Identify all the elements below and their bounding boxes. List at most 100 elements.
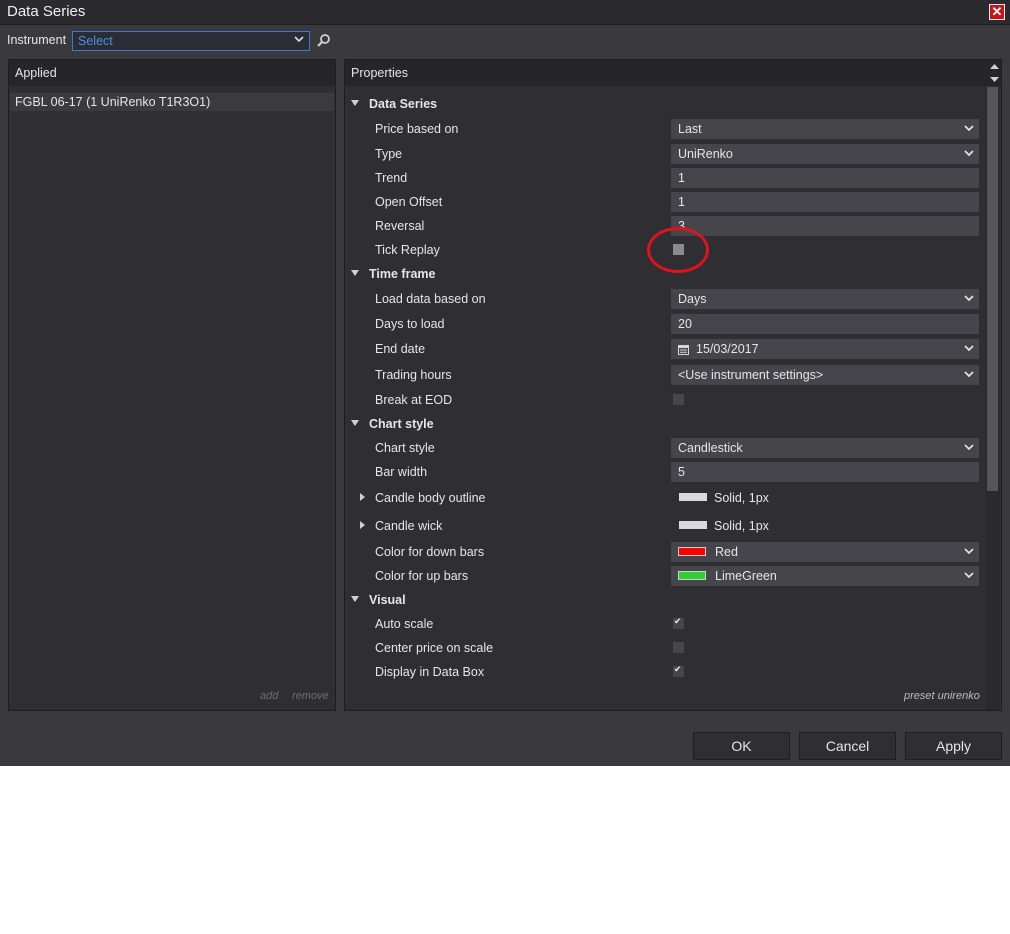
property-label: Display in Data Box: [375, 665, 485, 679]
bar-width-input[interactable]: 5: [671, 462, 979, 482]
reversal-input[interactable]: 3: [671, 216, 979, 236]
property-label: Auto scale: [375, 617, 434, 631]
collapse-triangle-icon[interactable]: [351, 100, 359, 106]
chevron-down-icon: [964, 345, 974, 352]
color-down-value: Red: [715, 545, 738, 559]
collapse-triangle-icon[interactable]: [351, 420, 359, 426]
section-data-series[interactable]: Data Series: [345, 92, 985, 116]
section-title: Time frame: [369, 267, 436, 281]
data-series-dialog: Data Series ✕ Instrument Select Applied …: [0, 0, 1010, 766]
load-data-based-on-value: Days: [678, 292, 707, 306]
display-data-box-checkbox[interactable]: [673, 664, 684, 677]
property-row: Load data based on Days: [345, 287, 985, 311]
days-to-load-input[interactable]: 20: [671, 314, 979, 334]
chevron-down-icon: [964, 371, 974, 378]
property-row: Candle wick Solid, 1px: [345, 514, 985, 538]
property-label: Type: [375, 147, 403, 161]
property-label: End date: [375, 342, 426, 356]
trend-value: 1: [678, 171, 685, 185]
load-data-based-on-select[interactable]: Days: [671, 289, 979, 309]
ok-button[interactable]: OK: [693, 732, 790, 760]
color-down-select[interactable]: Red: [671, 542, 979, 562]
property-row: Display in Data Box: [345, 660, 985, 684]
section-visual[interactable]: Visual: [345, 588, 985, 612]
property-row: Auto scale: [345, 612, 985, 636]
end-date-value: 15/03/2017: [696, 342, 759, 356]
candle-wick-value[interactable]: Solid, 1px: [714, 519, 769, 533]
close-icon: ✕: [991, 4, 1003, 19]
property-label: Chart style: [375, 441, 435, 455]
expand-triangle-icon[interactable]: [360, 521, 365, 529]
preset-link[interactable]: preset unirenko: [904, 690, 980, 702]
property-label: Open Offset: [375, 195, 443, 209]
section-chart-style[interactable]: Chart style: [345, 412, 985, 436]
applied-header: Applied: [9, 60, 335, 86]
property-label: Bar width: [375, 465, 428, 479]
trend-input[interactable]: 1: [671, 168, 979, 188]
price-based-on-value: Last: [678, 122, 702, 136]
chevron-down-icon: [964, 548, 974, 555]
stroke-swatch[interactable]: [679, 521, 707, 529]
instrument-select[interactable]: Select: [72, 31, 310, 51]
property-row: Color for up bars LimeGreen: [345, 564, 985, 588]
add-link[interactable]: add: [260, 690, 278, 702]
property-row: End date 15/03/2017: [345, 337, 985, 361]
color-swatch-limegreen: [678, 571, 706, 580]
chevron-down-icon: [964, 150, 974, 157]
property-row: Break at EOD: [345, 388, 985, 412]
end-date-picker[interactable]: 15/03/2017: [671, 339, 979, 359]
candle-body-outline-value[interactable]: Solid, 1px: [714, 491, 769, 505]
remove-link[interactable]: remove: [292, 690, 329, 702]
scroll-up-icon[interactable]: [990, 63, 999, 71]
stroke-swatch[interactable]: [679, 493, 707, 501]
auto-scale-checkbox[interactable]: [673, 616, 684, 629]
property-label: Center price on scale: [375, 641, 494, 655]
price-based-on-select[interactable]: Last: [671, 119, 979, 139]
scroll-down-icon[interactable]: [990, 75, 999, 83]
property-row: Price based on Last: [345, 117, 985, 141]
property-label: Break at EOD: [375, 393, 453, 407]
trading-hours-value: <Use instrument settings>: [678, 368, 824, 382]
color-swatch-red: [678, 547, 706, 556]
property-row: Bar width 5: [345, 460, 985, 484]
property-row: Trend 1: [345, 166, 985, 190]
collapse-triangle-icon[interactable]: [351, 596, 359, 602]
color-up-select[interactable]: LimeGreen: [671, 566, 979, 586]
type-select[interactable]: UniRenko: [671, 144, 979, 164]
instrument-label: Instrument: [7, 33, 67, 47]
property-label: Candle body outline: [375, 491, 486, 505]
scrollbar-thumb[interactable]: [987, 87, 998, 491]
search-icon[interactable]: [316, 33, 332, 49]
property-row: Candle body outline Solid, 1px: [345, 486, 985, 510]
property-label: Color for up bars: [375, 569, 469, 583]
chevron-down-icon: [964, 444, 974, 451]
days-to-load-value: 20: [678, 317, 692, 331]
break-at-eod-checkbox[interactable]: [673, 394, 684, 405]
property-label: Candle wick: [375, 519, 443, 533]
type-value: UniRenko: [678, 147, 733, 161]
center-price-checkbox[interactable]: [673, 642, 684, 653]
apply-button[interactable]: Apply: [905, 732, 1002, 760]
open-offset-value: 1: [678, 195, 685, 209]
properties-title: Properties: [351, 66, 408, 80]
chevron-down-icon: [964, 295, 974, 302]
section-title: Chart style: [369, 417, 434, 431]
chevron-down-icon: [964, 125, 974, 132]
cancel-button[interactable]: Cancel: [799, 732, 896, 760]
property-label: Tick Replay: [375, 243, 440, 257]
annotation-circle: [647, 227, 709, 273]
open-offset-input[interactable]: 1: [671, 192, 979, 212]
property-row: Type UniRenko: [345, 142, 985, 166]
chart-style-value: Candlestick: [678, 441, 743, 455]
property-row: Color for down bars Red: [345, 540, 985, 564]
trading-hours-select[interactable]: <Use instrument settings>: [671, 365, 979, 385]
expand-triangle-icon[interactable]: [360, 493, 365, 501]
close-button[interactable]: ✕: [989, 4, 1005, 20]
property-label: Days to load: [375, 317, 445, 331]
property-label: Trading hours: [375, 368, 452, 382]
window-title: Data Series: [7, 3, 86, 20]
property-row: Trading hours <Use instrument settings>: [345, 363, 985, 387]
chart-style-select[interactable]: Candlestick: [671, 438, 979, 458]
list-item[interactable]: FGBL 06-17 (1 UniRenko T1R3O1): [10, 93, 334, 111]
collapse-triangle-icon[interactable]: [351, 270, 359, 276]
